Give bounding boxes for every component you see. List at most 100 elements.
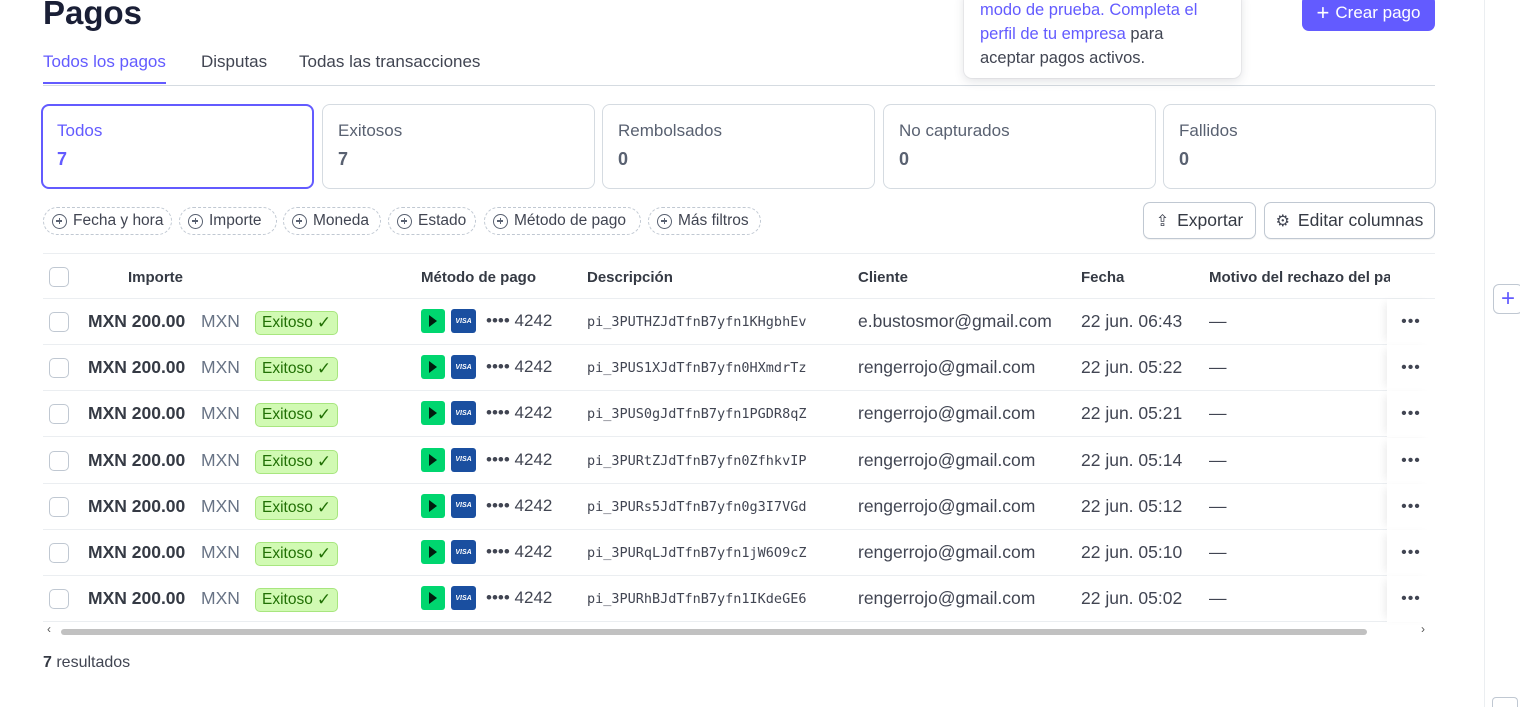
date-cell: 22 jun. 06:43	[1081, 311, 1183, 331]
row-checkbox[interactable]	[49, 543, 69, 563]
plus-circle-icon	[52, 213, 67, 229]
gear-icon: ⚙	[1275, 212, 1290, 230]
row-checkbox[interactable]	[49, 496, 69, 517]
export-button[interactable]: ⇪ Exportar	[1143, 202, 1256, 239]
status-card-uncaptured[interactable]: No capturados 0	[883, 104, 1156, 189]
status-badge: Exitoso ✓	[255, 588, 339, 613]
notice-text: para	[1125, 25, 1164, 43]
currency-cell: MXN	[201, 542, 240, 562]
select-all-checkbox[interactable]	[49, 267, 69, 287]
status-card-count: 0	[618, 149, 629, 169]
status-card-all[interactable]: Todos 7	[41, 104, 314, 189]
filter-payment-method[interactable]: Método de pago	[484, 207, 641, 235]
decline-reason-cell: —	[1209, 588, 1227, 609]
filter-currency[interactable]: Moneda	[283, 207, 381, 235]
row-checkbox[interactable]	[49, 450, 69, 471]
table-row[interactable]: MXN 200.00 MXN Exitoso ✓ VISA •••• 4242 …	[43, 345, 1435, 392]
horizontal-scrollbar[interactable]: ‹ ›	[43, 622, 1435, 639]
date-cell: 22 jun. 05:14	[1081, 449, 1183, 470]
customer-cell: rengerrojo@gmail.com	[858, 357, 1036, 378]
customer-cell: rengerrojo@gmail.com	[858, 495, 1036, 516]
plus-circle-icon	[493, 213, 508, 229]
status-card-label: Rembolsados	[618, 121, 722, 140]
decline-reason-cell: —	[1209, 357, 1227, 378]
check-icon: ✓	[316, 544, 332, 563]
status-badge: Exitoso ✓	[255, 311, 339, 335]
table-row[interactable]: MXN 200.00 MXN Exitoso ✓ VISA •••• 4242 …	[43, 576, 1435, 623]
status-cards: Todos 7 Exitosos 7 Rembolsados 0 No capt…	[41, 104, 1436, 189]
header-customer[interactable]: Cliente	[858, 269, 908, 286]
more-icon[interactable]: •••	[1387, 576, 1435, 623]
card-last4: •••• 4242	[486, 311, 553, 330]
customer-cell: rengerrojo@gmail.com	[858, 449, 1036, 470]
plus-icon: +	[1316, 0, 1330, 25]
table-row[interactable]: MXN 200.00 MXN Exitoso ✓ VISA •••• 4242 …	[43, 391, 1435, 438]
side-panel-divider	[1484, 0, 1485, 707]
more-icon[interactable]: •••	[1387, 437, 1435, 484]
row-checkbox[interactable]	[49, 312, 69, 332]
scrollbar-thumb[interactable]	[61, 629, 1367, 635]
filter-amount[interactable]: Importe	[179, 207, 277, 235]
scroll-right-icon[interactable]: ›	[1421, 622, 1425, 636]
notice-link-test-mode[interactable]: modo de prueba. Completa el	[980, 1, 1197, 19]
check-icon: ✓	[316, 497, 332, 517]
scroll-left-icon[interactable]: ‹	[47, 622, 51, 636]
more-icon[interactable]: •••	[1387, 391, 1435, 438]
amount-cell: MXN 200.00	[88, 542, 186, 562]
side-panel-button[interactable]	[1492, 697, 1518, 707]
status-card-failed[interactable]: Fallidos 0	[1163, 104, 1436, 189]
create-payment-button[interactable]: + Crear pago	[1302, 0, 1435, 31]
description-cell: pi_3PURtZJdTfnB7yfn0ZfhkvIP	[587, 452, 807, 469]
tab-disputes[interactable]: Disputas	[201, 52, 267, 82]
visa-icon: VISA	[451, 540, 476, 564]
table-row[interactable]: MXN 200.00 MXN Exitoso ✓ VISA •••• 4242 …	[43, 437, 1435, 484]
table-row[interactable]: MXN 200.00 MXN Exitoso ✓ VISA •••• 4242 …	[43, 299, 1435, 345]
edit-columns-button[interactable]: ⚙ Editar columnas	[1264, 202, 1435, 239]
results-suffix: resultados	[51, 654, 131, 671]
table-row[interactable]: MXN 200.00 MXN Exitoso ✓ VISA •••• 4242 …	[43, 530, 1435, 576]
row-checkbox[interactable]	[49, 358, 69, 379]
status-label: Exitoso	[262, 591, 313, 609]
date-cell: 22 jun. 05:10	[1081, 542, 1183, 562]
header-date[interactable]: Fecha	[1081, 269, 1124, 286]
filter-date-time[interactable]: Fecha y hora	[43, 207, 172, 235]
status-card-label: Todos	[57, 121, 103, 140]
tab-all-payments[interactable]: Todos los pagos	[43, 52, 166, 84]
notice-link-business-profile[interactable]: perfil de tu empresa	[980, 25, 1126, 43]
filter-status[interactable]: Estado	[388, 207, 476, 235]
amount-cell: MXN 200.00	[88, 495, 186, 516]
decline-reason-cell: —	[1209, 403, 1227, 424]
status-card-refunded[interactable]: Rembolsados 0	[602, 104, 875, 189]
filter-more[interactable]: Más filtros	[648, 207, 761, 235]
filter-label: Fecha y hora	[73, 212, 164, 229]
currency-cell: MXN	[201, 403, 240, 424]
create-payment-label: Crear pago	[1335, 3, 1421, 22]
more-icon[interactable]: •••	[1387, 483, 1435, 530]
date-cell: 22 jun. 05:21	[1081, 403, 1183, 424]
side-panel-plus-icon[interactable]: +	[1493, 284, 1520, 314]
header-amount[interactable]: Importe	[128, 269, 183, 286]
date-cell: 22 jun. 05:12	[1081, 495, 1183, 516]
currency-cell: MXN	[201, 449, 240, 470]
status-card-succeeded[interactable]: Exitosos 7	[322, 104, 595, 189]
status-card-count: 0	[1179, 149, 1190, 169]
decline-reason-cell: —	[1209, 495, 1227, 516]
amount-cell: MXN 200.00	[88, 403, 186, 424]
plus-circle-icon	[292, 213, 307, 229]
header-payment-method[interactable]: Método de pago	[421, 269, 536, 286]
header-description[interactable]: Descripción	[587, 269, 673, 286]
table-row[interactable]: MXN 200.00 MXN Exitoso ✓ VISA •••• 4242 …	[43, 483, 1435, 530]
amount-cell: MXN 200.00	[88, 449, 186, 470]
row-checkbox[interactable]	[49, 404, 69, 425]
tab-all-transactions[interactable]: Todas las transacciones	[299, 52, 480, 82]
more-icon[interactable]: •••	[1387, 530, 1435, 576]
more-icon[interactable]: •••	[1387, 299, 1435, 345]
test-mode-notice: modo de prueba. Completa el perfil de tu…	[964, 0, 1241, 78]
header-decline-reason[interactable]: Motivo del rechazo del pago	[1209, 269, 1390, 286]
link-pay-icon	[421, 447, 445, 472]
more-icon[interactable]: •••	[1387, 345, 1435, 392]
status-card-count: 7	[338, 149, 349, 169]
row-checkbox[interactable]	[49, 589, 69, 610]
status-badge: Exitoso ✓	[255, 542, 339, 566]
visa-icon: VISA	[451, 401, 476, 426]
